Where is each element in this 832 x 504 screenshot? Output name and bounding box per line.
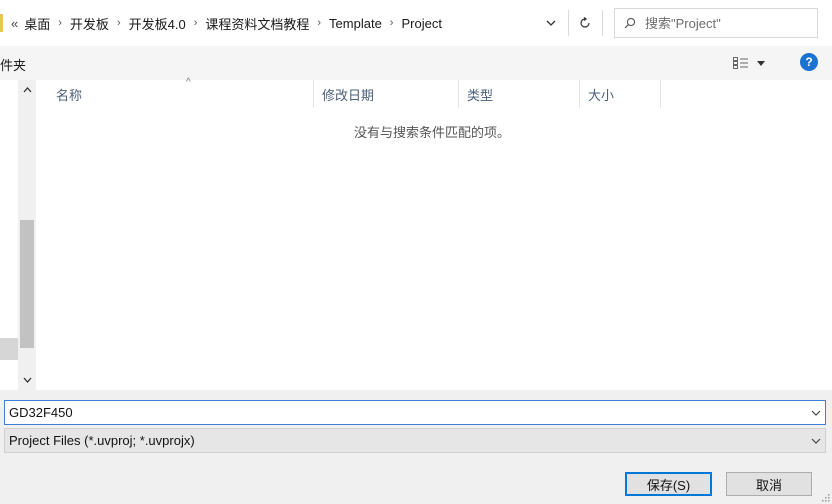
breadcrumb-item-devboard[interactable]: 开发板 [70, 14, 109, 33]
search-input[interactable] [645, 15, 805, 31]
view-options-icon [733, 57, 748, 69]
column-header-name[interactable]: 名称 ^ [48, 77, 314, 108]
column-header-type[interactable]: 类型 [459, 80, 580, 108]
column-header-label: 名称 [56, 87, 83, 103]
chevron-down-icon[interactable] [811, 401, 821, 424]
help-icon[interactable]: ? [800, 53, 818, 71]
breadcrumb-overflow-button[interactable]: « [11, 16, 18, 31]
filename-combobox[interactable] [4, 400, 826, 425]
divider [602, 10, 603, 36]
column-header-label: 类型 [467, 87, 494, 103]
filetype-value: Project Files (*.uvproj; *.uvprojx) [9, 433, 195, 448]
filetype-select[interactable]: Project Files (*.uvproj; *.uvprojx) [4, 428, 826, 453]
new-folder-button[interactable]: 件夹 [0, 55, 26, 74]
cancel-button[interactable]: 取消 [726, 472, 812, 496]
address-history-dropdown[interactable] [538, 10, 564, 36]
view-options-button[interactable] [733, 54, 773, 72]
breadcrumb-item-template[interactable]: Template [329, 16, 382, 31]
filename-input[interactable] [5, 405, 795, 420]
chevron-down-icon[interactable] [811, 429, 821, 452]
scroll-up-icon[interactable] [18, 80, 36, 100]
breadcrumb-item-devboard-4[interactable]: 开发板4.0 [129, 14, 186, 33]
resize-grip-icon[interactable] [820, 492, 830, 502]
chevron-right-icon[interactable]: › [117, 17, 121, 29]
scroll-down-icon[interactable] [18, 370, 36, 390]
column-header-label: 大小 [588, 87, 615, 103]
command-bar: 件夹 ? [0, 46, 832, 80]
chevron-right-icon[interactable]: › [390, 17, 394, 29]
chevron-right-icon[interactable]: › [58, 17, 62, 29]
navigation-pane[interactable] [0, 80, 18, 390]
chevron-right-icon[interactable]: › [317, 17, 321, 29]
save-form: Project Files (*.uvproj; *.uvprojx) 保存(S… [0, 390, 832, 504]
column-header-label: 修改日期 [322, 87, 375, 103]
scrollbar-thumb[interactable] [20, 220, 34, 348]
sort-ascending-icon: ^ [186, 77, 191, 88]
breadcrumb[interactable]: « 桌面 › 开发板 › 开发板4.0 › 课程资料文档教程 › Templat… [4, 10, 566, 36]
column-header-date-modified[interactable]: 修改日期 [314, 80, 459, 108]
divider [568, 10, 569, 36]
refresh-icon [580, 17, 590, 28]
save-button-label: 保存(S) [646, 477, 691, 493]
navigation-pane-selected-item[interactable] [0, 338, 18, 360]
address-bar-row: « 桌面 › 开发板 › 开发板4.0 › 课程资料文档教程 › Templat… [0, 0, 832, 46]
folder-edge-icon [0, 14, 3, 32]
empty-list-message: 没有与搜索条件匹配的项。 [353, 125, 510, 140]
chevron-down-icon [546, 20, 556, 26]
refresh-button[interactable] [571, 10, 599, 36]
chevron-right-icon[interactable]: › [194, 17, 198, 29]
breadcrumb-item-desktop[interactable]: 桌面 [24, 14, 50, 33]
column-header-size[interactable]: 大小 [580, 80, 661, 108]
search-icon [615, 17, 645, 29]
cancel-button-label: 取消 [755, 477, 782, 493]
chevron-down-icon [757, 60, 765, 66]
file-list[interactable]: 名称 ^ 修改日期 类型 大小 没有与搜索条件匹配的项。 [36, 77, 832, 390]
search-box[interactable] [614, 8, 818, 38]
breadcrumb-item-course-docs[interactable]: 课程资料文档教程 [205, 14, 309, 33]
navigation-scrollbar[interactable] [18, 80, 36, 390]
breadcrumb-item-project[interactable]: Project [401, 16, 441, 31]
save-button[interactable]: 保存(S) [625, 472, 712, 496]
